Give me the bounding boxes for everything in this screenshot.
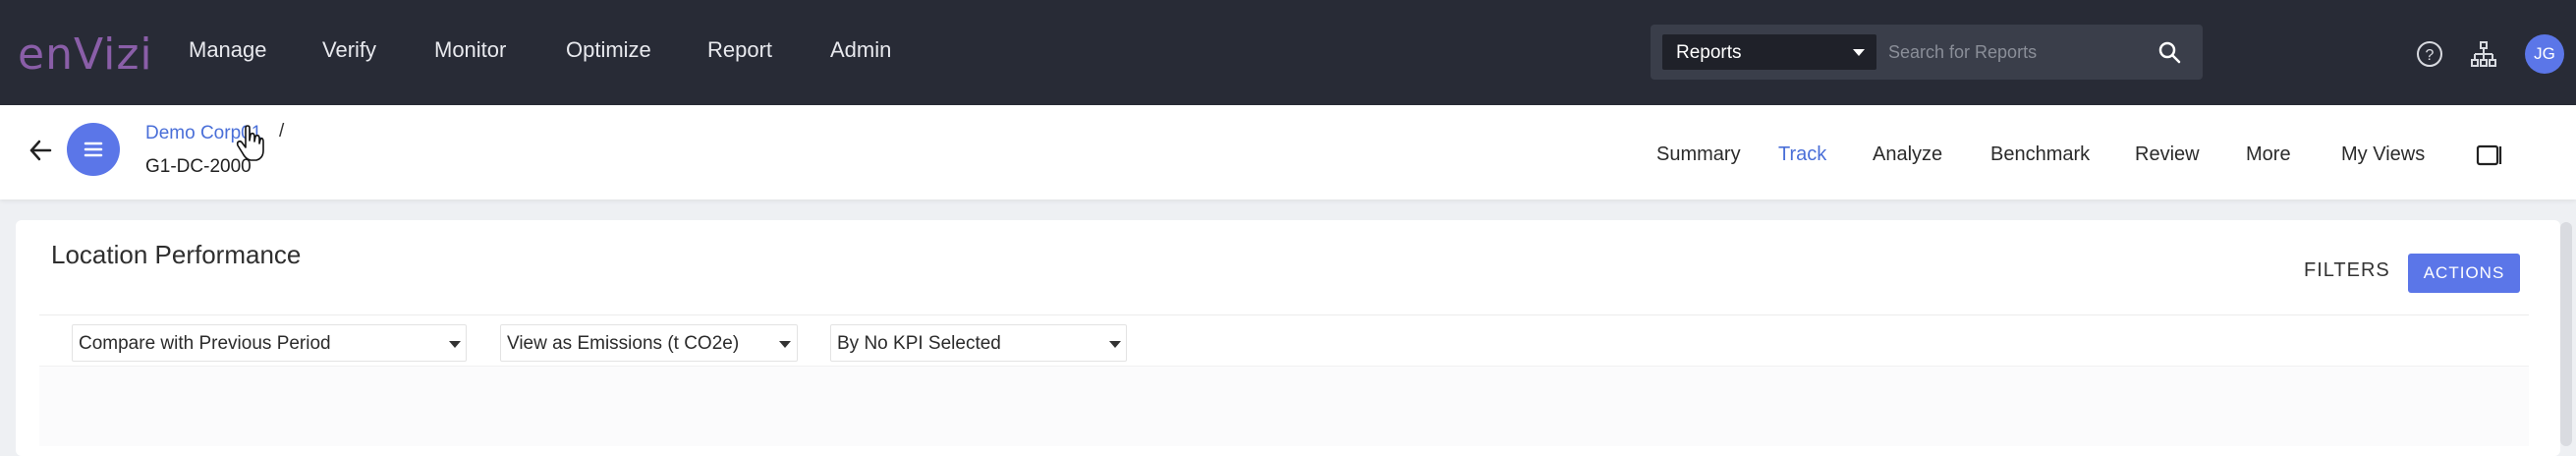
search-scope-select[interactable]: Reports [1662,34,1876,70]
search-input[interactable] [1888,34,2154,70]
hamburger-icon [84,142,103,157]
view-as-value: View as Emissions (t CO2e) [507,333,740,354]
tab-review[interactable]: Review [2135,143,2200,166]
chevron-down-icon [1109,341,1121,348]
tab-analyze[interactable]: Analyze [1873,143,1942,166]
compare-period-select[interactable]: Compare with Previous Period [72,324,467,362]
view-as-select[interactable]: View as Emissions (t CO2e) [500,324,798,362]
back-arrow-icon[interactable] [28,138,53,163]
nav-report[interactable]: Report [707,37,772,63]
filters-button[interactable]: FILTERS [2304,259,2390,282]
search-bar: Reports [1651,25,2203,80]
actions-button[interactable]: ACTIONS [2408,254,2520,293]
sub-header: Demo Corp01 / G1-DC-2000 Summary Track A… [0,105,2576,200]
tab-my-views[interactable]: My Views [2341,143,2425,166]
breadcrumb-separator: / [279,121,285,142]
chart-area [39,366,2529,446]
kpi-value: By No KPI Selected [837,333,1001,354]
tab-benchmark[interactable]: Benchmark [1990,143,2090,166]
search-scope-value: Reports [1676,42,1742,63]
page-title: Location Performance [51,240,302,269]
search-icon[interactable] [2157,40,2181,64]
menu-button[interactable] [67,123,120,176]
envizi-logo[interactable]: enVizi [18,29,153,80]
compare-period-value: Compare with Previous Period [79,333,331,354]
user-avatar[interactable]: JG [2525,34,2564,74]
tab-track[interactable]: Track [1778,143,1826,166]
nav-monitor[interactable]: Monitor [434,37,506,63]
hierarchy-icon[interactable] [2470,40,2497,68]
help-icon[interactable]: ? [2416,40,2443,68]
top-navbar: enVizi Manage Verify Monitor Optimize Re… [0,0,2576,105]
nav-optimize[interactable]: Optimize [566,37,651,63]
nav-verify[interactable]: Verify [322,37,376,63]
nav-admin[interactable]: Admin [830,37,891,63]
card-divider [39,314,2529,315]
chevron-down-icon [779,341,791,348]
tab-summary[interactable]: Summary [1656,143,1741,166]
nav-manage[interactable]: Manage [189,37,267,63]
chevron-down-icon [449,341,461,348]
tab-more[interactable]: More [2246,143,2291,166]
chevron-down-icon [1853,49,1865,56]
svg-text:?: ? [2426,47,2435,64]
vertical-scrollbar[interactable] [2560,222,2572,446]
kpi-select[interactable]: By No KPI Selected [830,324,1127,362]
panel-toggle-icon[interactable] [2476,144,2503,166]
hand-cursor-icon [236,125,264,161]
